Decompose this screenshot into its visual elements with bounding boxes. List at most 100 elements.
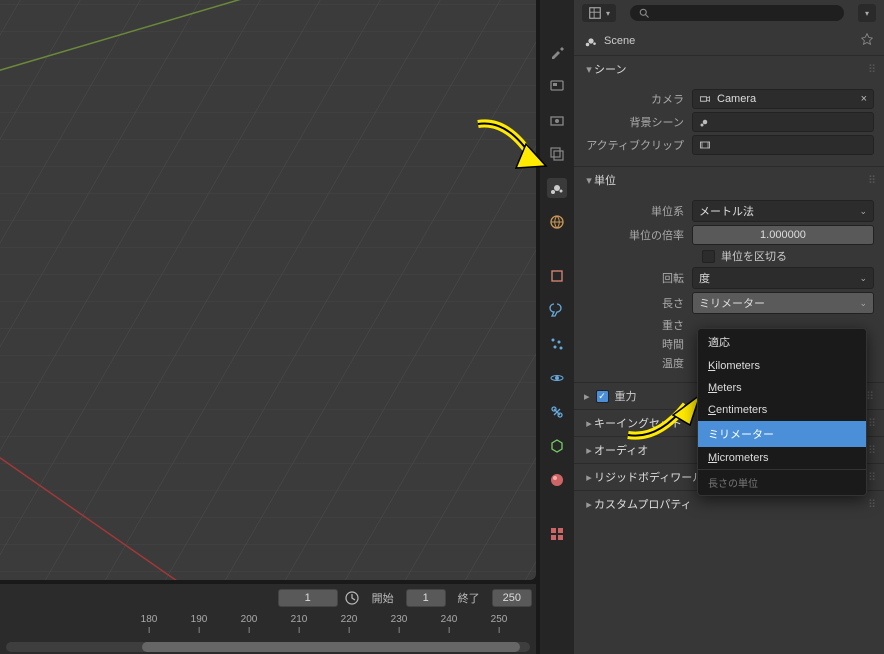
bg-scene-selector[interactable] xyxy=(692,112,874,132)
tab-render-icon[interactable] xyxy=(547,76,567,96)
length-option-meters[interactable]: Meters xyxy=(698,377,866,399)
ruler-tick: 190 xyxy=(191,614,208,633)
grip-icon: ⠿ xyxy=(868,174,874,187)
tab-modifiers-icon[interactable] xyxy=(547,300,567,320)
unit-system-label: 単位系 xyxy=(584,203,692,219)
separate-units-label: 単位を区切る xyxy=(721,248,787,264)
section-units-header[interactable]: ▾ 単位 ⠿ xyxy=(574,167,884,193)
separate-units-checkbox[interactable] xyxy=(702,250,715,263)
chevron-down-icon: ⌄ xyxy=(859,273,867,284)
scrollbar-thumb[interactable] xyxy=(142,642,519,652)
tab-output-icon[interactable] xyxy=(547,110,567,130)
camera-name: Camera xyxy=(717,93,756,105)
disclosure-closed-icon: ▸ xyxy=(584,498,594,511)
camera-selector[interactable]: Camera × xyxy=(692,89,874,109)
timeline-scrollbar[interactable] xyxy=(6,642,530,652)
tab-world-icon[interactable] xyxy=(547,212,567,232)
length-value: ミリメーター xyxy=(699,295,765,311)
ruler-tick: 200 xyxy=(241,614,258,633)
rotation-unit-dropdown[interactable]: 度⌄ xyxy=(692,267,874,289)
annotation-arrow xyxy=(468,114,548,184)
scene-small-icon xyxy=(699,116,711,128)
unit-scale-field[interactable]: 1.000000 xyxy=(692,225,874,245)
breadcrumb-scene: Scene xyxy=(604,35,635,47)
clip-icon xyxy=(699,139,711,151)
grip-icon: ⠿ xyxy=(866,390,874,403)
ruler-tick: 220 xyxy=(341,614,358,633)
grip-icon: ⠿ xyxy=(868,444,874,457)
end-label: 終了 xyxy=(452,588,486,608)
ruler-tick: 180 xyxy=(141,614,158,633)
tab-object-icon[interactable] xyxy=(547,266,567,286)
dropdown-footer: 長さの単位 xyxy=(698,469,866,495)
grip-icon: ⠿ xyxy=(868,63,874,76)
camera-icon xyxy=(699,93,711,105)
properties-panel: ▾ ▾ Scene ▾ シーン ⠿ カメラ Camera × xyxy=(574,0,884,654)
tab-tool-icon[interactable] xyxy=(547,42,567,62)
clear-camera-button[interactable]: × xyxy=(861,93,867,105)
section-units-title: 単位 xyxy=(594,172,616,188)
search-input[interactable] xyxy=(656,7,836,19)
ruler-tick: 250 xyxy=(491,614,508,633)
tab-material-icon[interactable] xyxy=(547,470,567,490)
gravity-checkbox[interactable]: ✓ xyxy=(596,390,609,403)
tab-constraints-icon[interactable] xyxy=(547,402,567,422)
properties-icon xyxy=(588,6,602,20)
disclosure-open-icon: ▾ xyxy=(584,174,594,187)
ruler-tick: 230 xyxy=(391,614,408,633)
end-frame-field[interactable]: 250 xyxy=(492,589,532,607)
length-option-kilometers[interactable]: Kilometers xyxy=(698,355,866,377)
ruler-tick: 210 xyxy=(291,614,308,633)
chevron-down-icon: ▾ xyxy=(865,9,869,18)
search-icon xyxy=(638,7,650,19)
start-frame-field[interactable]: 1 xyxy=(406,589,446,607)
annotation-arrow xyxy=(618,380,708,450)
pin-icon[interactable] xyxy=(860,32,874,49)
disclosure-closed-icon: ▸ xyxy=(584,444,594,457)
tab-viewlayer-icon[interactable] xyxy=(547,144,567,164)
current-frame-field[interactable]: 1 xyxy=(278,589,338,607)
disclosure-closed-icon: ▸ xyxy=(584,417,594,430)
start-label: 開始 xyxy=(366,588,400,608)
chevron-down-icon: ⌄ xyxy=(859,298,867,309)
options-dropdown[interactable]: ▾ xyxy=(858,4,876,22)
properties-search[interactable] xyxy=(630,5,844,21)
grip-icon: ⠿ xyxy=(868,498,874,511)
length-option-millimeters[interactable]: ミリメーター xyxy=(698,421,866,447)
time-label: 時間 xyxy=(584,336,692,352)
scene-icon xyxy=(584,34,598,48)
length-option-adaptive[interactable]: 適応 xyxy=(698,329,866,355)
clip-selector[interactable] xyxy=(692,135,874,155)
editor-type-dropdown[interactable]: ▾ xyxy=(582,4,616,22)
viewport-3d[interactable] xyxy=(0,0,536,580)
bg-scene-label: 背景シーン xyxy=(584,114,692,130)
grip-icon: ⠿ xyxy=(868,471,874,484)
tab-texture-icon[interactable] xyxy=(547,524,567,544)
camera-label: カメラ xyxy=(584,91,692,107)
unit-system-dropdown[interactable]: メートル法 ⌄ xyxy=(692,200,874,222)
unit-system-value: メートル法 xyxy=(699,203,754,219)
section-scene-header[interactable]: ▾ シーン ⠿ xyxy=(574,56,884,82)
disclosure-closed-icon: ▸ xyxy=(584,471,594,484)
disclosure-open-icon: ▾ xyxy=(584,63,594,76)
section-custom-title: カスタムプロパティ xyxy=(594,496,692,512)
ruler-tick: 240 xyxy=(441,614,458,633)
tab-data-icon[interactable] xyxy=(547,436,567,456)
length-option-centimeters[interactable]: Centimeters xyxy=(698,399,866,421)
disclosure-closed-icon: ▸ xyxy=(584,390,590,403)
unit-scale-value: 1.000000 xyxy=(760,229,806,241)
grid xyxy=(0,0,536,580)
timeline-ruler[interactable]: 180 190 200 210 220 230 240 250 xyxy=(0,614,536,638)
grip-icon: ⠿ xyxy=(868,417,874,430)
chevron-down-icon: ⌄ xyxy=(859,206,867,217)
length-unit-dropdown[interactable]: ミリメーター ⌄ xyxy=(692,292,874,314)
tab-particles-icon[interactable] xyxy=(547,334,567,354)
length-option-micrometers[interactable]: Micrometers xyxy=(698,447,866,469)
length-label: 長さ xyxy=(584,295,692,311)
tab-physics-icon[interactable] xyxy=(547,368,567,388)
tab-scene-icon[interactable] xyxy=(547,178,567,198)
chevron-down-icon: ▾ xyxy=(606,9,610,18)
rotation-value: 度 xyxy=(699,270,710,286)
temp-label: 温度 xyxy=(584,355,692,371)
rotation-label: 回転 xyxy=(584,270,692,286)
